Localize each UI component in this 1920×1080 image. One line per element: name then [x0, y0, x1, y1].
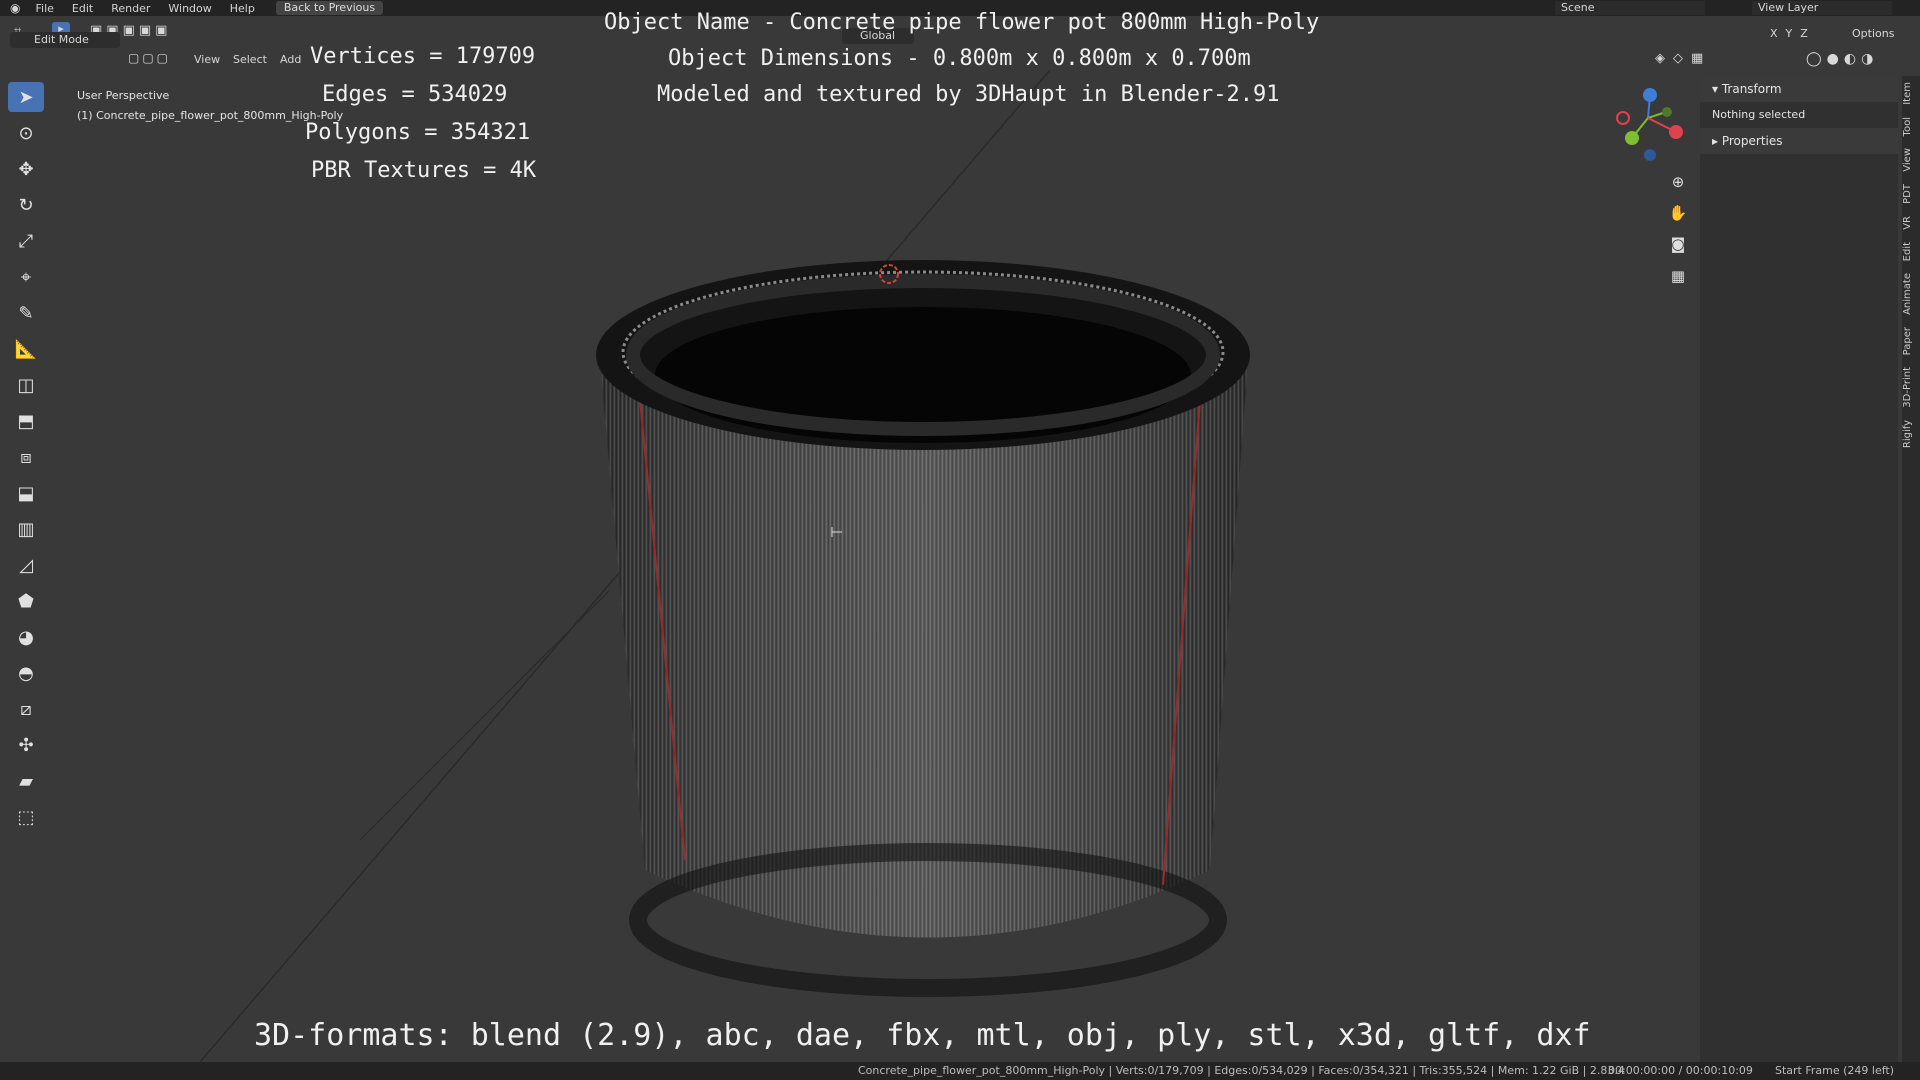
tab-pdt[interactable]: PDT	[1902, 178, 1920, 210]
annotate-tool-icon[interactable]: ✎	[8, 298, 44, 328]
start-frame-info: Start Frame (249 left)	[1775, 1064, 1895, 1077]
timeline-time: 00:00:00:00 / 00:00:10:09	[1608, 1064, 1753, 1077]
shrink-fatten-tool-icon[interactable]: ✣	[8, 730, 44, 760]
transform-label: Transform	[1721, 82, 1782, 96]
tab-animate[interactable]: Animate	[1902, 267, 1920, 321]
viewport-3d[interactable]	[0, 0, 1920, 1080]
perspective-label: User Perspective	[77, 89, 170, 102]
object-name-text: Object Name - Concrete pipe flower pot 8…	[604, 10, 1320, 35]
properties-label: Properties	[1721, 134, 1783, 148]
cursor-tool-icon[interactable]: ⊙	[8, 118, 44, 148]
tab-vr[interactable]: VR	[1902, 210, 1920, 236]
sidebar-tabs: Item Tool View PDT VR Edit Animate Paper…	[1902, 76, 1920, 1066]
zoom-icon[interactable]: ⊕	[1664, 168, 1692, 196]
tab-3d-print[interactable]: 3D-Print	[1902, 361, 1920, 414]
tool-shelf: ➤ ⊙ ✥ ↻ ⤢ ⌖ ✎ 📐 ◫ ⬒ ⧈ ⬓ ▥ ◿ ⬟ ◕ ◓ ⧄ ✣ ▰ …	[8, 82, 48, 838]
tab-view[interactable]: View	[1902, 142, 1920, 178]
sidebar-panel: ▾ Transform Nothing selected ▸ Propertie…	[1700, 76, 1898, 1066]
measure-tool-icon[interactable]: 📐	[8, 334, 44, 364]
poly-build-tool-icon[interactable]: ⬟	[8, 586, 44, 616]
camera-view-icon[interactable]: ◙	[1664, 230, 1692, 258]
tab-tool[interactable]: Tool	[1902, 111, 1920, 142]
transform-tool-icon[interactable]: ⌖	[8, 262, 44, 292]
spin-tool-icon[interactable]: ◕	[8, 622, 44, 652]
edges-count-text: Edges = 534029	[322, 82, 508, 107]
perspective-toggle-icon[interactable]: ▦	[1664, 262, 1692, 290]
active-object-label: (1) Concrete_pipe_flower_pot_800mm_High-…	[77, 109, 344, 122]
credit-text: Modeled and textured by 3DHaupt in Blend…	[657, 82, 1280, 107]
edge-slide-tool-icon[interactable]: ⧄	[8, 694, 44, 724]
scale-tool-icon[interactable]: ⤢	[8, 226, 44, 256]
rotate-tool-icon[interactable]: ↻	[8, 190, 44, 220]
pbr-textures-text: PBR Textures = 4K	[311, 158, 537, 183]
select-tool-icon[interactable]: ➤	[8, 82, 44, 112]
knife-tool-icon[interactable]: ◿	[8, 550, 44, 580]
status-bar: Concrete_pipe_flower_pot_800mm_High-Poly…	[0, 1062, 1920, 1080]
tab-rigify[interactable]: Rigify	[1902, 414, 1920, 454]
nothing-selected-label: Nothing selected	[1712, 108, 1806, 121]
bevel-tool-icon[interactable]: ⬓	[8, 478, 44, 508]
formats-text: 3D-formats: blend (2.9), abc, dae, fbx, …	[254, 1018, 1591, 1053]
move-tool-icon[interactable]: ✥	[8, 154, 44, 184]
pan-hand-icon[interactable]: ✋	[1664, 199, 1692, 227]
tab-item[interactable]: Item	[1902, 76, 1920, 111]
smooth-tool-icon[interactable]: ◓	[8, 658, 44, 688]
loop-cut-tool-icon[interactable]: ▥	[8, 514, 44, 544]
rip-tool-icon[interactable]: ⬚	[8, 802, 44, 832]
transform-panel-header[interactable]: ▾ Transform	[1700, 76, 1898, 102]
scene-statistics: Concrete_pipe_flower_pot_800mm_High-Poly…	[858, 1064, 1625, 1077]
extrude-tool-icon[interactable]: ⬒	[8, 406, 44, 436]
shear-tool-icon[interactable]: ▰	[8, 766, 44, 796]
tab-edit[interactable]: Edit	[1902, 236, 1920, 267]
inset-tool-icon[interactable]: ⧈	[8, 442, 44, 472]
vertices-count-text: Vertices = 179709	[310, 44, 536, 69]
view-info: User Perspective (1) Concrete_pipe_flowe…	[77, 86, 343, 126]
tab-paper[interactable]: Paper	[1902, 321, 1920, 361]
grid-axis-line-2	[359, 589, 611, 841]
navigation-gizmo[interactable]	[1616, 88, 1683, 161]
properties-panel-header[interactable]: ▸ Properties	[1700, 128, 1898, 154]
add-cube-tool-icon[interactable]: ◫	[8, 370, 44, 400]
object-dimensions-text: Object Dimensions - 0.800m x 0.800m x 0.…	[668, 46, 1251, 71]
